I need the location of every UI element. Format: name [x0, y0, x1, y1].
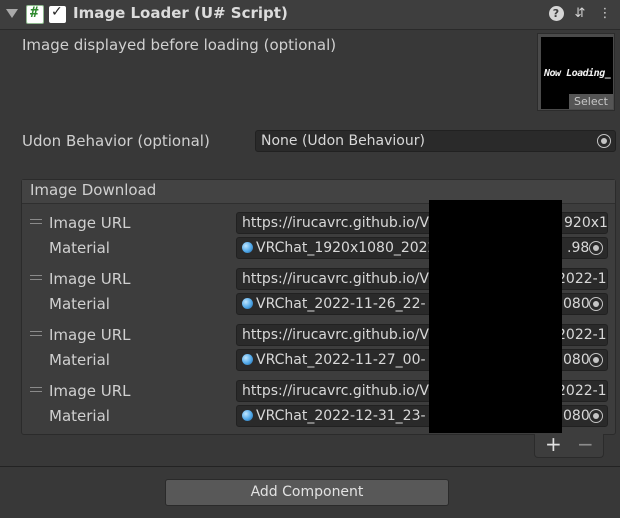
- context-menu-icon[interactable]: ⋮: [596, 5, 614, 23]
- material-icon: [242, 354, 253, 365]
- image-url-label: Image URL: [49, 382, 131, 400]
- material-label: Material: [49, 239, 110, 257]
- object-picker-icon[interactable]: [597, 134, 611, 148]
- udon-behavior-label: Udon Behavior (optional): [22, 132, 210, 150]
- component-title: Image Loader (U# Script): [73, 4, 288, 22]
- add-item-button[interactable]: +: [545, 432, 562, 456]
- remove-item-button[interactable]: −: [577, 432, 594, 456]
- material-label: Material: [49, 407, 110, 425]
- image-url-label: Image URL: [49, 270, 131, 288]
- loading-image-field[interactable]: Now Loading_ Select: [537, 33, 615, 111]
- select-texture-button[interactable]: Select: [569, 94, 613, 109]
- object-picker-icon[interactable]: [589, 241, 603, 255]
- drag-handle-icon[interactable]: [30, 387, 42, 392]
- material-icon: [242, 298, 253, 309]
- object-picker-icon[interactable]: [589, 353, 603, 367]
- inspector-divider: [0, 466, 620, 467]
- object-picker-icon[interactable]: [589, 297, 603, 311]
- image-url-label: Image URL: [49, 214, 131, 232]
- component-header: # ✓ Image Loader (U# Script) ? ⇵ ⋮: [0, 0, 620, 30]
- list-add-remove-footer: + −: [534, 432, 604, 458]
- image-url-label: Image URL: [49, 326, 131, 344]
- component-enabled-checkbox[interactable]: ✓: [49, 4, 66, 23]
- loading-image-label: Image displayed before loading (optional…: [22, 36, 337, 54]
- help-icon[interactable]: ?: [547, 5, 565, 23]
- foldout-arrow-icon[interactable]: [6, 9, 18, 18]
- add-component-button[interactable]: Add Component: [165, 479, 449, 506]
- udon-behavior-field[interactable]: None (Udon Behaviour): [255, 130, 616, 152]
- material-label: Material: [49, 351, 110, 369]
- material-label: Material: [49, 295, 110, 313]
- material-icon: [242, 410, 253, 421]
- drag-handle-icon[interactable]: [30, 331, 42, 336]
- drag-handle-icon[interactable]: [30, 219, 42, 224]
- presets-icon[interactable]: ⇵: [571, 5, 589, 23]
- csharp-script-icon: #: [26, 5, 44, 24]
- object-picker-icon[interactable]: [589, 409, 603, 423]
- drag-handle-icon[interactable]: [30, 275, 42, 280]
- redaction-block: [429, 200, 562, 433]
- material-icon: [242, 242, 253, 253]
